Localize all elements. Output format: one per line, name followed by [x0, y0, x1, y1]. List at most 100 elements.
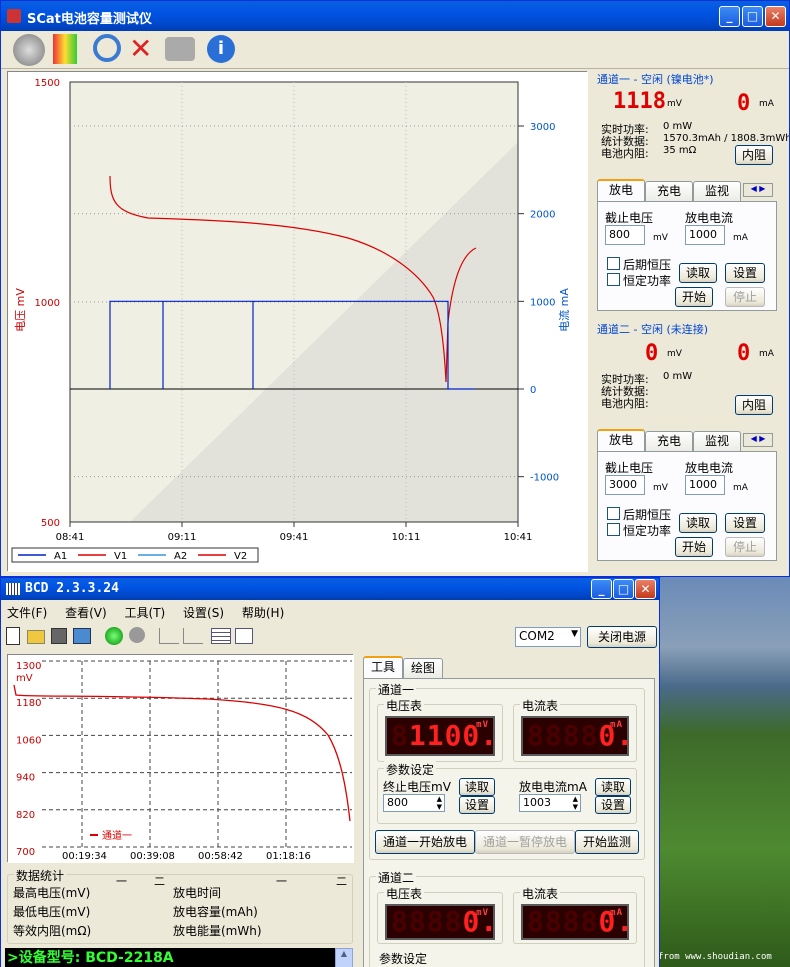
- maximize-button[interactable]: □: [742, 6, 763, 27]
- table-icon[interactable]: [211, 628, 231, 644]
- bcd-ch1-curr-input[interactable]: 1003 ▲ ▼: [519, 794, 581, 812]
- menu-help[interactable]: 帮助(H): [242, 604, 284, 621]
- com-port-select[interactable]: COM2 ▼: [515, 627, 581, 647]
- ch2-cp-label: 恒定功率: [623, 524, 672, 538]
- curve-icon[interactable]: [183, 628, 203, 644]
- minimize-button[interactable]: _: [719, 6, 740, 27]
- chart-icon[interactable]: [73, 628, 91, 644]
- ch1-tab-monitor[interactable]: 监视: [693, 181, 741, 201]
- spinner-icon[interactable]: ▲ ▼: [573, 795, 578, 811]
- ch1-set-button[interactable]: 设置: [725, 263, 765, 283]
- y-right-tick: 1000: [530, 297, 555, 308]
- ch2-cv-label: 后期恒压: [623, 508, 672, 522]
- ch2-cur-input[interactable]: 1000: [685, 475, 725, 495]
- x-tick: 09:11: [168, 532, 197, 543]
- bcd-toolbar: COM2 ▼ 关闭电源: [1, 624, 659, 650]
- bcd-ch1-voltage-led: 81100. mV: [385, 716, 497, 756]
- menu-tools[interactable]: 工具(T): [125, 604, 166, 621]
- magnifier-icon[interactable]: [93, 34, 121, 62]
- bcd-minimize-button[interactable]: _: [591, 579, 612, 599]
- bcd-y-tick: 820: [16, 810, 35, 821]
- bcd-ch1-pause-button[interactable]: 通道一暂停放电: [475, 830, 575, 854]
- bcd-title: BCD 2.3.3.24: [25, 581, 119, 596]
- new-file-icon[interactable]: [6, 627, 20, 645]
- ch2-cv-checkbox[interactable]: [607, 507, 620, 520]
- ch2-set-button[interactable]: 设置: [725, 513, 765, 533]
- bcd-chart-bg: [8, 655, 354, 863]
- ch1-tab-charge[interactable]: 充电: [645, 181, 693, 201]
- camera-icon[interactable]: [165, 37, 195, 61]
- ch2-stop-button[interactable]: 停止: [725, 537, 765, 557]
- ch2-cur-unit: mA: [733, 483, 748, 493]
- ch2-res-button[interactable]: 内阻: [735, 395, 773, 415]
- bcd-ch1-vmeter-title: 电压表: [384, 697, 425, 714]
- ch1-cv-checkbox[interactable]: [607, 257, 620, 270]
- bcd-ch1-v-dim: 8: [391, 719, 409, 752]
- bcd-ch2-current-led: 88880. mA: [521, 904, 633, 940]
- ch2-read-button[interactable]: 读取: [679, 513, 717, 533]
- ch1-tab-discharge[interactable]: 放电: [597, 179, 645, 201]
- ch1-stop-button[interactable]: 停止: [725, 287, 765, 307]
- bcd-ch1-params-title: 参数设定: [384, 761, 437, 778]
- power-off-button[interactable]: 关闭电源: [587, 626, 657, 648]
- ch1-cur-input[interactable]: 1000: [685, 225, 725, 245]
- ch1-read-button[interactable]: 读取: [679, 263, 717, 283]
- start-icon[interactable]: [105, 627, 123, 645]
- ch2-cp-checkbox[interactable]: [607, 523, 620, 536]
- bcd-tab-plot[interactable]: 绘图: [403, 658, 443, 678]
- ch2-tab-scroll[interactable]: ◀ ▶: [743, 433, 773, 447]
- bcd-ch1-monitor-button[interactable]: 开始监测: [575, 830, 639, 854]
- ch2-cut-input[interactable]: 3000: [605, 475, 645, 495]
- battery-icon[interactable]: [53, 34, 77, 64]
- open-folder-icon[interactable]: [27, 630, 45, 644]
- com-port-value: COM2: [519, 629, 555, 643]
- bcd-ch1-ameter-title: 电流表: [520, 697, 561, 714]
- menu-settings[interactable]: 设置(S): [183, 604, 224, 621]
- bcd-titlebar: BCD 2.3.3.24 _ □ ✕: [1, 578, 659, 600]
- stats-cell: 最低电压(mV): [13, 905, 91, 919]
- model-scroll[interactable]: ▲: [335, 948, 353, 967]
- watermark: from www.shoudian.com: [658, 952, 772, 962]
- bcd-ch1-endv-input[interactable]: 800 ▲ ▼: [383, 794, 445, 812]
- ch2-tab-discharge[interactable]: 放电: [597, 429, 645, 451]
- bcd-ch1-curr-read[interactable]: 读取: [595, 778, 631, 796]
- close-button[interactable]: ✕: [765, 6, 786, 27]
- bcd-maximize-button[interactable]: □: [613, 579, 634, 599]
- ch1-cp-checkbox[interactable]: [607, 273, 620, 286]
- bcd-ch2-voltage-led: 88880. mV: [385, 904, 497, 940]
- bcd-ch1-v-unit: mV: [476, 720, 489, 730]
- bcd-tab-tools[interactable]: 工具: [363, 656, 403, 678]
- wrench-icon[interactable]: [13, 34, 45, 66]
- bcd-ch1-curr-set[interactable]: 设置: [595, 796, 631, 814]
- ch2-start-button[interactable]: 开始: [675, 537, 713, 557]
- bcd-ch1-endv-label: 终止电压mV: [383, 780, 451, 794]
- search-icon[interactable]: [129, 627, 145, 643]
- info-icon[interactable]: i: [207, 35, 235, 63]
- bcd-ch1-start-button[interactable]: 通道一开始放电: [375, 830, 475, 854]
- menu-view[interactable]: 查看(V): [65, 604, 107, 621]
- bcd-ch1-curr-label: 放电电流mA: [519, 780, 587, 794]
- ch1-start-button[interactable]: 开始: [675, 287, 713, 307]
- bcd-app-icon: [6, 583, 20, 595]
- ch2-tab-monitor[interactable]: 监视: [693, 431, 741, 451]
- ch2-tab-charge[interactable]: 充电: [645, 431, 693, 451]
- ch1-tab-scroll[interactable]: ◀ ▶: [743, 183, 773, 197]
- spinner-icon[interactable]: ▲ ▼: [437, 795, 442, 811]
- model-bar: >设备型号: BCD-2218A: [5, 948, 335, 967]
- ch2-power: 0 mW: [663, 371, 693, 382]
- ch1-cut-input[interactable]: 800: [605, 225, 645, 245]
- ch1-res-button[interactable]: 内阻: [735, 145, 773, 165]
- bcd-ch1-endv-read[interactable]: 读取: [459, 778, 495, 796]
- y-left-tick: 1000: [35, 298, 60, 309]
- bcd-ch1-a-unit: mA: [610, 720, 623, 730]
- bcd-ch1-endv-set[interactable]: 设置: [459, 796, 495, 814]
- clear-icon[interactable]: ✕: [129, 34, 152, 64]
- model-text: >设备型号: BCD-2218A: [7, 950, 174, 966]
- bcd-close-button[interactable]: ✕: [635, 579, 656, 599]
- list-icon[interactable]: [235, 628, 253, 644]
- graph-icon[interactable]: [159, 628, 179, 644]
- save-icon[interactable]: [51, 628, 67, 644]
- ch2-cur-label: 放电电流: [685, 461, 734, 475]
- menu-file[interactable]: 文件(F): [7, 604, 47, 621]
- ch1-voltage: 1118: [613, 89, 666, 114]
